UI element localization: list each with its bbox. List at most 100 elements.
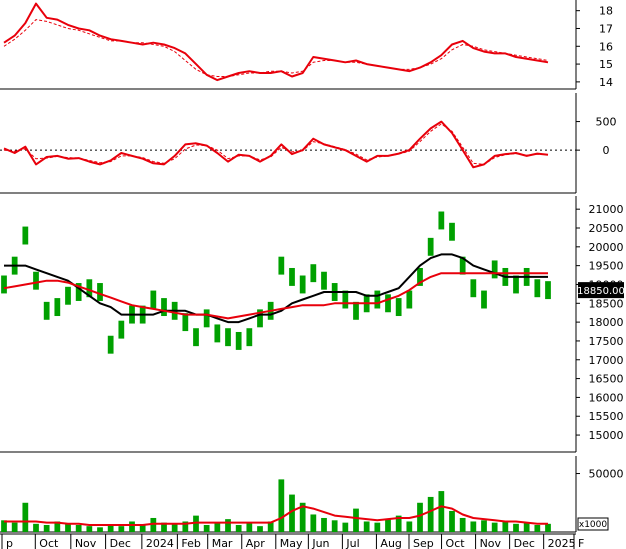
series-line-signal xyxy=(3,19,549,77)
price-bar xyxy=(406,290,413,309)
volume-bar xyxy=(107,524,114,532)
chart-canvas: 1817161514500021000205002000019500190001… xyxy=(0,0,625,549)
y-tick-label: 500 xyxy=(596,116,617,129)
volume-bar xyxy=(331,520,338,532)
volume-bar xyxy=(449,510,455,532)
price-bar xyxy=(395,298,402,317)
volume-bar xyxy=(75,524,82,532)
series-line-signal xyxy=(3,123,549,165)
price-bar xyxy=(214,324,221,343)
y-tick-label: 50000 xyxy=(589,468,624,481)
price-bar xyxy=(481,290,487,309)
price-bar xyxy=(449,222,455,241)
volume-bar xyxy=(203,524,210,532)
x-tick-label: Jul xyxy=(345,537,359,549)
price-bar xyxy=(427,237,434,256)
y-tick-label: 21000 xyxy=(589,203,624,216)
x-tick-label: Sep xyxy=(413,537,434,549)
x-tick-label: Oct xyxy=(39,537,59,549)
price-bar xyxy=(470,279,477,298)
price-bar xyxy=(374,290,381,309)
price-bar xyxy=(438,211,445,230)
volume-bar xyxy=(257,526,263,532)
volume-bar xyxy=(214,522,221,532)
volume-bar xyxy=(342,522,349,532)
volume-bar xyxy=(171,523,178,532)
volume-bar xyxy=(225,519,231,532)
volume-bar xyxy=(513,523,519,532)
price-bar xyxy=(65,286,71,305)
volume-bar xyxy=(417,502,423,532)
y-tick-label: 18 xyxy=(599,5,613,18)
price-bar xyxy=(235,331,242,350)
volume-bar xyxy=(278,479,285,532)
y-tick-label: 20500 xyxy=(589,222,624,235)
volume-bar xyxy=(235,524,242,532)
x-tick-label: Dec xyxy=(110,537,131,549)
series-line-ma-red xyxy=(3,272,548,320)
x-tick-label: Feb xyxy=(181,537,200,549)
volume-bar xyxy=(481,520,487,532)
volume-bar xyxy=(139,524,146,532)
volume-bar xyxy=(363,521,370,532)
price-bar xyxy=(193,328,199,347)
x-tick-label: F xyxy=(578,537,584,549)
price-bar xyxy=(182,313,189,332)
volume-bar xyxy=(353,508,359,532)
y-tick-label: 15 xyxy=(599,58,613,71)
series-line-volume-ma xyxy=(4,505,548,526)
volume-bar xyxy=(129,521,135,532)
y-tick-label: 18500 xyxy=(589,297,624,310)
volume-bar xyxy=(438,491,445,532)
price-bar xyxy=(342,290,349,309)
x-tick-label: p xyxy=(6,537,13,549)
y-tick-label: 20000 xyxy=(589,241,624,254)
volume-bar xyxy=(385,519,391,532)
y-tick-label: 16000 xyxy=(589,391,624,404)
x-tick-label: Mar xyxy=(212,537,233,549)
y-tick-label: 14 xyxy=(599,76,613,89)
price-bar xyxy=(321,271,327,290)
x-tick-label: Nov xyxy=(480,537,502,549)
x-tick-label: 2024 xyxy=(146,537,174,549)
price-bar xyxy=(33,271,39,290)
price-bar xyxy=(513,275,519,294)
volume-bar xyxy=(43,524,50,532)
x-tick-label: Dec xyxy=(514,537,535,549)
y-tick-label: 17 xyxy=(599,22,613,35)
series-line-main xyxy=(3,2,549,82)
x-tick-label: Jun xyxy=(311,537,329,549)
volume-bar xyxy=(65,523,71,532)
price-bar xyxy=(1,275,7,294)
x-tick-label: Nov xyxy=(75,537,97,549)
y-tick-label: 0 xyxy=(603,144,610,157)
price-bar xyxy=(107,335,114,354)
price-bar xyxy=(150,290,157,309)
price-bar xyxy=(161,298,167,317)
price-bar xyxy=(54,298,61,317)
volume-bar xyxy=(118,526,125,532)
price-bar xyxy=(22,226,29,245)
y-tick-label: 19500 xyxy=(589,260,624,273)
volume-bar xyxy=(22,502,29,532)
volume-bar xyxy=(321,517,327,532)
volume-bar xyxy=(406,521,413,532)
series-line-main xyxy=(3,120,549,169)
volume-bar xyxy=(470,521,477,532)
x-tick-label: Aug xyxy=(380,537,401,549)
last-price-label: 18850.00 xyxy=(577,286,625,297)
volume-bar xyxy=(11,522,18,532)
volume-bar xyxy=(523,522,530,532)
volume-bar xyxy=(502,521,509,532)
price-bar xyxy=(289,267,295,286)
price-bar xyxy=(97,283,103,301)
x-tick-label: 2025 xyxy=(548,537,576,549)
volume-bar xyxy=(491,522,498,532)
x-tick-label: May xyxy=(280,537,303,549)
volume-bar xyxy=(459,517,466,532)
volume-bar xyxy=(310,514,317,532)
volume-bar xyxy=(374,522,381,532)
volume-bar xyxy=(97,527,103,532)
y-tick-label: 15000 xyxy=(589,429,624,442)
price-bar xyxy=(278,256,285,275)
